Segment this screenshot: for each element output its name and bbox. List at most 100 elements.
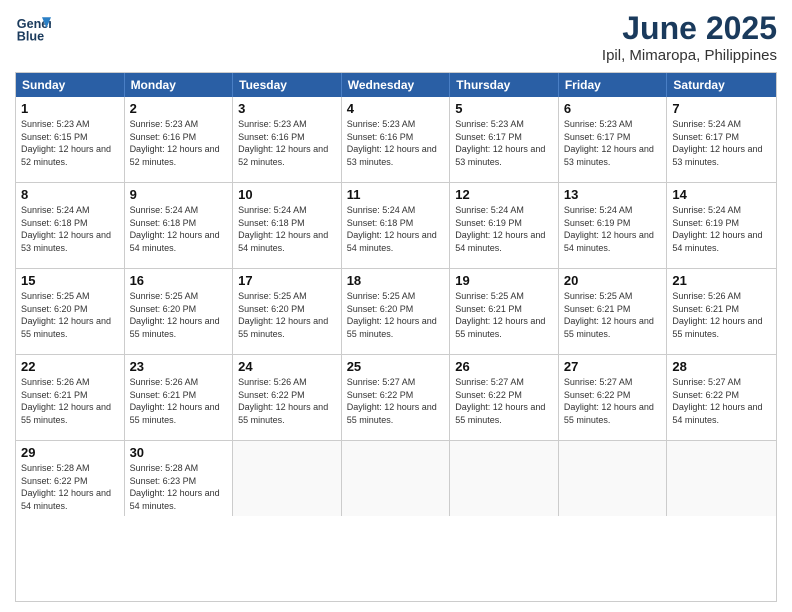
day-info: Sunrise: 5:27 AMSunset: 6:22 PMDaylight:… (455, 376, 553, 426)
empty-cell (450, 441, 559, 516)
day-cell: 14 Sunrise: 5:24 AMSunset: 6:19 PMDayligh… (667, 183, 776, 268)
day-number: 25 (347, 359, 445, 374)
day-cell: 5 Sunrise: 5:23 AMSunset: 6:17 PMDaylight… (450, 97, 559, 182)
day-info: Sunrise: 5:23 AMSunset: 6:17 PMDaylight:… (564, 118, 662, 168)
subtitle: Ipil, Mimaropa, Philippines (602, 47, 777, 64)
logo: General Blue (15, 10, 51, 46)
day-number: 22 (21, 359, 119, 374)
day-number: 14 (672, 187, 771, 202)
day-info: Sunrise: 5:25 AMSunset: 6:21 PMDaylight:… (455, 290, 553, 340)
day-info: Sunrise: 5:25 AMSunset: 6:21 PMDaylight:… (564, 290, 662, 340)
day-info: Sunrise: 5:25 AMSunset: 6:20 PMDaylight:… (238, 290, 336, 340)
day-cell: 8Sunrise: 5:24 AMSunset: 6:18 PMDaylight… (16, 183, 125, 268)
empty-cell (233, 441, 342, 516)
day-number: 29 (21, 445, 119, 460)
day-cell: 29 Sunrise: 5:28 AMSunset: 6:22 PMDayligh… (16, 441, 125, 516)
day-number: 17 (238, 273, 336, 288)
day-number: 15 (21, 273, 119, 288)
day-number: 23 (130, 359, 228, 374)
day-cell: 13 Sunrise: 5:24 AMSunset: 6:19 PMDayligh… (559, 183, 668, 268)
day-info: Sunrise: 5:23 AMSunset: 6:15 PMDaylight:… (21, 118, 119, 168)
day-cell: 17 Sunrise: 5:25 AMSunset: 6:20 PMDayligh… (233, 269, 342, 354)
day-cell: 30Sunrise: 5:28 AMSunset: 6:23 PMDayligh… (125, 441, 234, 516)
day-cell: 16Sunrise: 5:25 AMSunset: 6:20 PMDayligh… (125, 269, 234, 354)
day-number: 24 (238, 359, 336, 374)
day-cell: 25Sunrise: 5:27 AMSunset: 6:22 PMDayligh… (342, 355, 451, 440)
main-title: June 2025 (602, 10, 777, 47)
day-number: 27 (564, 359, 662, 374)
day-cell: 27 Sunrise: 5:27 AMSunset: 6:22 PMDayligh… (559, 355, 668, 440)
dow-tuesday: Tuesday (233, 73, 342, 97)
day-info: Sunrise: 5:26 AMSunset: 6:21 PMDaylight:… (21, 376, 119, 426)
day-info: Sunrise: 5:25 AMSunset: 6:20 PMDaylight:… (347, 290, 445, 340)
day-cell: 3 Sunrise: 5:23 AMSunset: 6:16 PMDaylight… (233, 97, 342, 182)
empty-cell (342, 441, 451, 516)
day-info: Sunrise: 5:26 AMSunset: 6:21 PMDaylight:… (672, 290, 771, 340)
day-info: Sunrise: 5:25 AMSunset: 6:20 PMDaylight:… (130, 290, 228, 340)
day-cell: 4 Sunrise: 5:23 AMSunset: 6:16 PMDaylight… (342, 97, 451, 182)
day-number: 19 (455, 273, 553, 288)
calendar-row: 15 Sunrise: 5:25 AMSunset: 6:20 PMDayligh… (16, 268, 776, 354)
day-number: 6 (564, 101, 662, 116)
day-number: 28 (672, 359, 771, 374)
day-info: Sunrise: 5:23 AMSunset: 6:16 PMDaylight:… (238, 118, 336, 168)
day-info: Sunrise: 5:24 AMSunset: 6:19 PMDaylight:… (564, 204, 662, 254)
calendar-row: 1 Sunrise: 5:23 AMSunset: 6:15 PMDaylight… (16, 97, 776, 182)
day-cell: 6 Sunrise: 5:23 AMSunset: 6:17 PMDaylight… (559, 97, 668, 182)
day-info: Sunrise: 5:26 AMSunset: 6:22 PMDaylight:… (238, 376, 336, 426)
day-number: 1 (21, 101, 119, 116)
day-number: 26 (455, 359, 553, 374)
day-cell: 10Sunrise: 5:24 AMSunset: 6:18 PMDayligh… (233, 183, 342, 268)
day-cell: 1 Sunrise: 5:23 AMSunset: 6:15 PMDaylight… (16, 97, 125, 182)
title-area: June 2025 Ipil, Mimaropa, Philippines (602, 10, 777, 64)
day-number: 18 (347, 273, 445, 288)
day-info: Sunrise: 5:27 AMSunset: 6:22 PMDaylight:… (672, 376, 771, 426)
day-info: Sunrise: 5:27 AMSunset: 6:22 PMDaylight:… (564, 376, 662, 426)
calendar-header-row: Sunday Monday Tuesday Wednesday Thursday… (16, 73, 776, 97)
day-cell: 23 Sunrise: 5:26 AMSunset: 6:21 PMDayligh… (125, 355, 234, 440)
day-cell: 28 Sunrise: 5:27 AMSunset: 6:22 PMDayligh… (667, 355, 776, 440)
day-cell: 12Sunrise: 5:24 AMSunset: 6:19 PMDayligh… (450, 183, 559, 268)
calendar-row: 8 Sunrise: 5:24 AMSunset: 6:18 PMDaylight… (16, 182, 776, 268)
dow-sunday: Sunday (16, 73, 125, 97)
calendar-body: 1 Sunrise: 5:23 AMSunset: 6:15 PMDaylight… (16, 97, 776, 516)
day-info: Sunrise: 5:24 AMSunset: 6:18 PMDaylight:… (130, 204, 228, 254)
dow-saturday: Saturday (667, 73, 776, 97)
day-number: 13 (564, 187, 662, 202)
day-number: 20 (564, 273, 662, 288)
day-info: Sunrise: 5:28 AMSunset: 6:22 PMDaylight:… (21, 462, 119, 512)
logo-icon: General Blue (15, 10, 51, 46)
header: General Blue June 2025 Ipil, Mimaropa, P… (15, 10, 777, 64)
day-cell: 22 Sunrise: 5:26 AMSunset: 6:21 PMDayligh… (16, 355, 125, 440)
day-info: Sunrise: 5:24 AMSunset: 6:19 PMDaylight:… (455, 204, 553, 254)
day-info: Sunrise: 5:24 AMSunset: 6:18 PMDaylight:… (347, 204, 445, 254)
day-cell: 7Sunrise: 5:24 AMSunset: 6:17 PMDaylight… (667, 97, 776, 182)
day-info: Sunrise: 5:26 AMSunset: 6:21 PMDaylight:… (130, 376, 228, 426)
day-cell: 9Sunrise: 5:24 AMSunset: 6:18 PMDaylight… (125, 183, 234, 268)
day-number: 3 (238, 101, 336, 116)
day-number: 4 (347, 101, 445, 116)
day-info: Sunrise: 5:25 AMSunset: 6:20 PMDaylight:… (21, 290, 119, 340)
calendar-row: 22 Sunrise: 5:26 AMSunset: 6:21 PMDayligh… (16, 354, 776, 440)
day-number: 8 (21, 187, 119, 202)
day-info: Sunrise: 5:23 AMSunset: 6:16 PMDaylight:… (347, 118, 445, 168)
day-cell: 26 Sunrise: 5:27 AMSunset: 6:22 PMDayligh… (450, 355, 559, 440)
dow-monday: Monday (125, 73, 234, 97)
day-info: Sunrise: 5:24 AMSunset: 6:18 PMDaylight:… (238, 204, 336, 254)
day-info: Sunrise: 5:24 AMSunset: 6:19 PMDaylight:… (672, 204, 771, 254)
day-info: Sunrise: 5:23 AMSunset: 6:16 PMDaylight:… (130, 118, 228, 168)
dow-wednesday: Wednesday (342, 73, 451, 97)
day-cell: 15 Sunrise: 5:25 AMSunset: 6:20 PMDayligh… (16, 269, 125, 354)
day-number: 21 (672, 273, 771, 288)
day-cell: 19 Sunrise: 5:25 AMSunset: 6:21 PMDayligh… (450, 269, 559, 354)
day-info: Sunrise: 5:23 AMSunset: 6:17 PMDaylight:… (455, 118, 553, 168)
day-info: Sunrise: 5:24 AMSunset: 6:17 PMDaylight:… (672, 118, 771, 168)
day-cell: 20 Sunrise: 5:25 AMSunset: 6:21 PMDayligh… (559, 269, 668, 354)
day-cell: 21 Sunrise: 5:26 AMSunset: 6:21 PMDayligh… (667, 269, 776, 354)
page: General Blue June 2025 Ipil, Mimaropa, P… (0, 0, 792, 612)
day-number: 30 (130, 445, 228, 460)
day-cell: 24 Sunrise: 5:26 AMSunset: 6:22 PMDayligh… (233, 355, 342, 440)
calendar-row: 29 Sunrise: 5:28 AMSunset: 6:22 PMDayligh… (16, 440, 776, 516)
day-number: 5 (455, 101, 553, 116)
day-number: 11 (347, 187, 445, 202)
